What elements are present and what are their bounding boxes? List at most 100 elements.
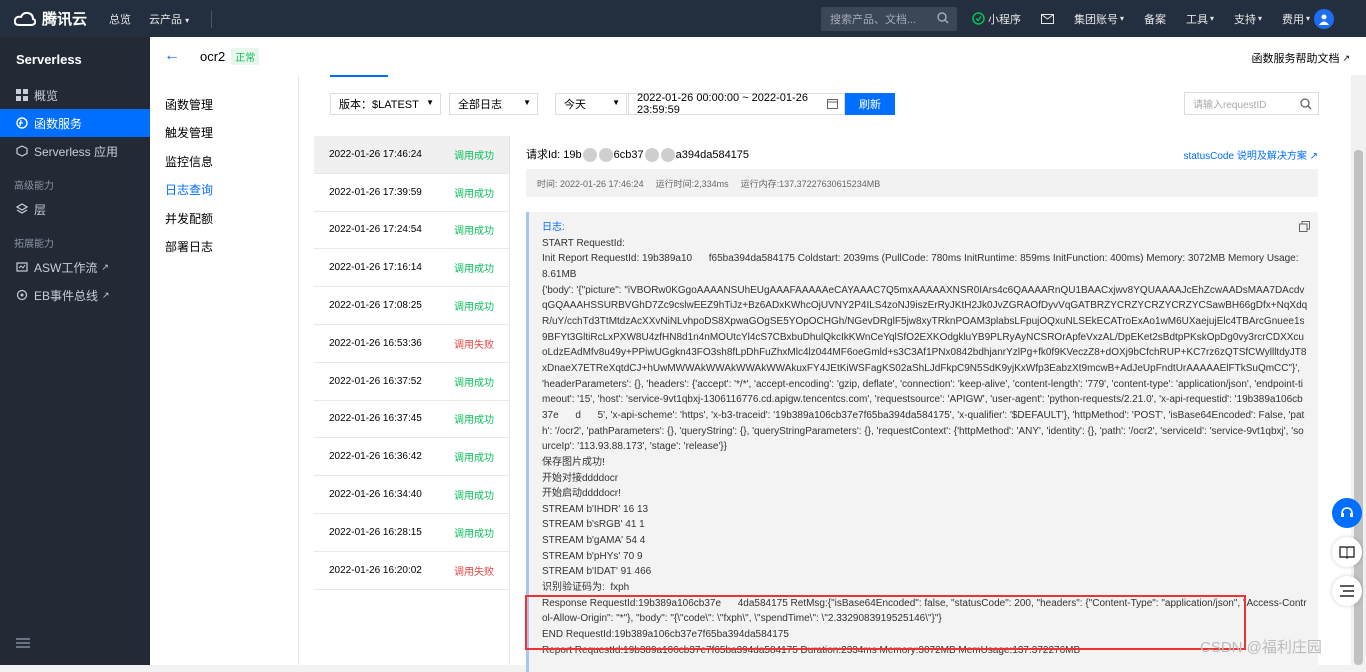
log-list-row[interactable]: 2022-01-26 17:08:25 调用成功 <box>314 287 509 325</box>
help-doc-label: 函数服务帮助文档 <box>1251 53 1340 65</box>
nav-overview[interactable]: 总览 <box>109 11 131 27</box>
log-status: 调用成功 <box>454 528 494 540</box>
caret-down-icon: ▼ <box>612 98 620 107</box>
log-status: 调用成功 <box>454 453 494 465</box>
log-list-row[interactable]: 2022-01-26 16:37:52 调用成功 <box>314 363 509 401</box>
copy-icon[interactable] <box>1299 221 1310 232</box>
cloud-logo-icon <box>14 11 36 26</box>
log-line: 开始对接ddddocr <box>542 472 619 484</box>
sidebar-item-label: Serverless 应用 <box>34 144 119 159</box>
log-list-row[interactable]: 2022-01-26 17:24:54 调用成功 <box>314 212 509 250</box>
log-line: Init Report RequestId: 19b389a10 f65ba39… <box>542 253 1302 280</box>
book-icon <box>1339 546 1355 559</box>
fn-menu-management[interactable]: 函数管理 <box>150 90 298 119</box>
search-icon[interactable] <box>1300 98 1312 110</box>
group-account-menu[interactable]: 集团账号 ▾ <box>1074 11 1124 27</box>
datetime-value: 2022-01-26 00:00:00 ~ 2022-01-26 23:59:5… <box>637 92 808 116</box>
log-status: 调用成功 <box>454 491 494 503</box>
collapse-sidebar-button[interactable] <box>16 637 30 651</box>
support-menu[interactable]: 支持 ▾ <box>1234 11 1262 27</box>
sidebar-item-layers[interactable]: 层 <box>0 195 150 223</box>
log-list-row[interactable]: 2022-01-26 16:28:15 调用成功 <box>314 514 509 552</box>
redacted-blob <box>660 148 675 163</box>
status-code-help-link[interactable]: statusCode 说明及解决方案 ↗ <box>1183 147 1318 162</box>
request-id-suffix: a394da584175 <box>675 149 750 161</box>
workflow-icon <box>16 262 28 272</box>
fn-menu-concurrency[interactable]: 并发配额 <box>150 204 298 233</box>
fn-menu-trigger[interactable]: 触发管理 <box>150 119 298 148</box>
support-label: 支持 <box>1234 13 1257 26</box>
external-link-icon: ↗ <box>1309 151 1318 162</box>
online-service-button[interactable] <box>1332 498 1362 528</box>
tools-menu[interactable]: 工具 ▾ <box>1186 11 1214 27</box>
log-time: 2022-01-26 16:37:45 <box>329 413 422 425</box>
top-bar: 腾讯云 总览 云产品 ▾ 搜索产品、文档... 小程序 集团账号 ▾ 备案 工具 ▾… <box>0 0 1366 37</box>
log-list-row[interactable]: 2022-01-26 16:34:40 调用成功 <box>314 476 509 514</box>
function-menu: 函数管理 触发管理 监控信息 日志查询 并发配额 部署日志 <box>150 75 299 665</box>
request-id: 请求Id: 19b 6cb37 a394da584175 <box>526 146 750 163</box>
refresh-button[interactable]: 刷新 <box>845 93 895 115</box>
global-search-input[interactable]: 搜索产品、文档... <box>821 7 957 31</box>
log-status: 调用成功 <box>454 226 494 238</box>
sidebar-item-eb-eventbus[interactable]: EB事件总线 ↗ <box>0 281 150 309</box>
chevron-down-icon: ▾ <box>1258 14 1263 23</box>
help-doc-link[interactable]: 函数服务帮助文档 ↗ <box>1251 50 1350 66</box>
fn-menu-monitor[interactable]: 监控信息 <box>150 147 298 176</box>
function-icon <box>16 117 28 129</box>
invocation-meta: 时间: 2022-01-26 17:46:24 运行时间:2,334ms 运行内… <box>526 169 1318 197</box>
fn-menu-deploy-logs[interactable]: 部署日志 <box>150 233 298 262</box>
search-icon[interactable] <box>937 12 949 24</box>
log-list-row[interactable]: 2022-01-26 16:53:36 调用失败 <box>314 325 509 363</box>
tools-label: 工具 <box>1186 13 1209 26</box>
sidebar-item-overview[interactable]: 概览 <box>0 81 150 109</box>
log-list-row[interactable]: 2022-01-26 17:16:14 调用成功 <box>314 249 509 288</box>
sidebar-item-serverless-app[interactable]: Serverless 应用 <box>0 137 150 165</box>
nav-products[interactable]: 云产品 ▾ <box>149 11 189 27</box>
log-status: 调用成功 <box>454 415 494 427</box>
log-time: 2022-01-26 17:16:14 <box>329 262 422 274</box>
cube-icon <box>16 145 28 157</box>
meta-time: 时间: 2022-01-26 17:46:24 <box>537 178 644 189</box>
sidebar-item-asw-workflow[interactable]: ASW工作流 ↗ <box>0 253 150 281</box>
status-code-help-label: statusCode 说明及解决方案 <box>1183 151 1307 162</box>
list-icon <box>1340 585 1354 597</box>
log-type-select-value: 全部日志 <box>458 99 502 111</box>
log-list-row[interactable]: 2022-01-26 17:39:59 调用成功 <box>314 174 509 212</box>
log-list-row[interactable]: 2022-01-26 16:37:45 调用成功 <box>314 401 509 439</box>
record-link[interactable]: 备案 <box>1144 11 1166 27</box>
mail-icon <box>1041 13 1054 24</box>
log-time: 2022-01-26 17:08:25 <box>329 300 422 312</box>
docs-button[interactable] <box>1332 537 1362 567</box>
log-time: 2022-01-26 16:53:36 <box>329 337 422 349</box>
billing-menu[interactable]: 费用 ▾ <box>1282 11 1310 27</box>
active-tab-indicator <box>330 75 388 77</box>
log-line: {'body': '{"picture": "iVBORw0KGgoAAAANS… <box>542 284 1308 453</box>
sidebar-item-function-service[interactable]: 函数服务 <box>0 109 150 137</box>
range-select[interactable]: 今天 ▼ <box>555 93 627 115</box>
log-time: 2022-01-26 16:37:52 <box>329 375 422 387</box>
mini-program-link[interactable]: 小程序 <box>972 11 1021 27</box>
back-arrow-icon[interactable]: ← <box>164 47 180 65</box>
mini-program-icon <box>972 12 985 25</box>
avatar[interactable] <box>1314 9 1334 29</box>
version-select[interactable]: 版本：$LATEST ▼ <box>330 93 441 115</box>
request-id-search-input[interactable]: 请输入requestID <box>1184 92 1319 115</box>
log-content: 日志: START RequestId: Init Report RequestI… <box>526 212 1318 672</box>
log-list-row[interactable]: 2022-01-26 16:36:42 调用成功 <box>314 438 509 477</box>
log-line: Response RequestId:19b389a106cb37e 4da58… <box>542 597 1307 625</box>
billing-label: 费用 <box>1282 13 1305 26</box>
log-status: 调用成功 <box>454 302 494 314</box>
redacted-blob <box>598 148 613 163</box>
tencent-cloud-logo[interactable]: 腾讯云 <box>14 8 87 29</box>
log-list-row[interactable]: 2022-01-26 17:46:24 调用成功 <box>314 136 509 174</box>
log-list-row[interactable]: 2022-01-26 16:20:02 调用失败 <box>314 552 509 590</box>
calendar-icon <box>827 99 838 109</box>
datetime-range-picker[interactable]: 2022-01-26 00:00:00 ~ 2022-01-26 23:59:5… <box>628 92 845 116</box>
list-menu-button[interactable] <box>1332 576 1362 606</box>
message-button[interactable] <box>1041 13 1054 24</box>
fn-menu-logs[interactable]: 日志查询 <box>150 176 298 205</box>
page-title: ocr2 <box>200 48 226 64</box>
mini-program-label: 小程序 <box>988 13 1021 26</box>
log-line: Report RequestId:19b389a106cb37e7f65ba39… <box>542 644 1081 656</box>
log-type-select[interactable]: 全部日志 ▼ <box>449 93 538 115</box>
